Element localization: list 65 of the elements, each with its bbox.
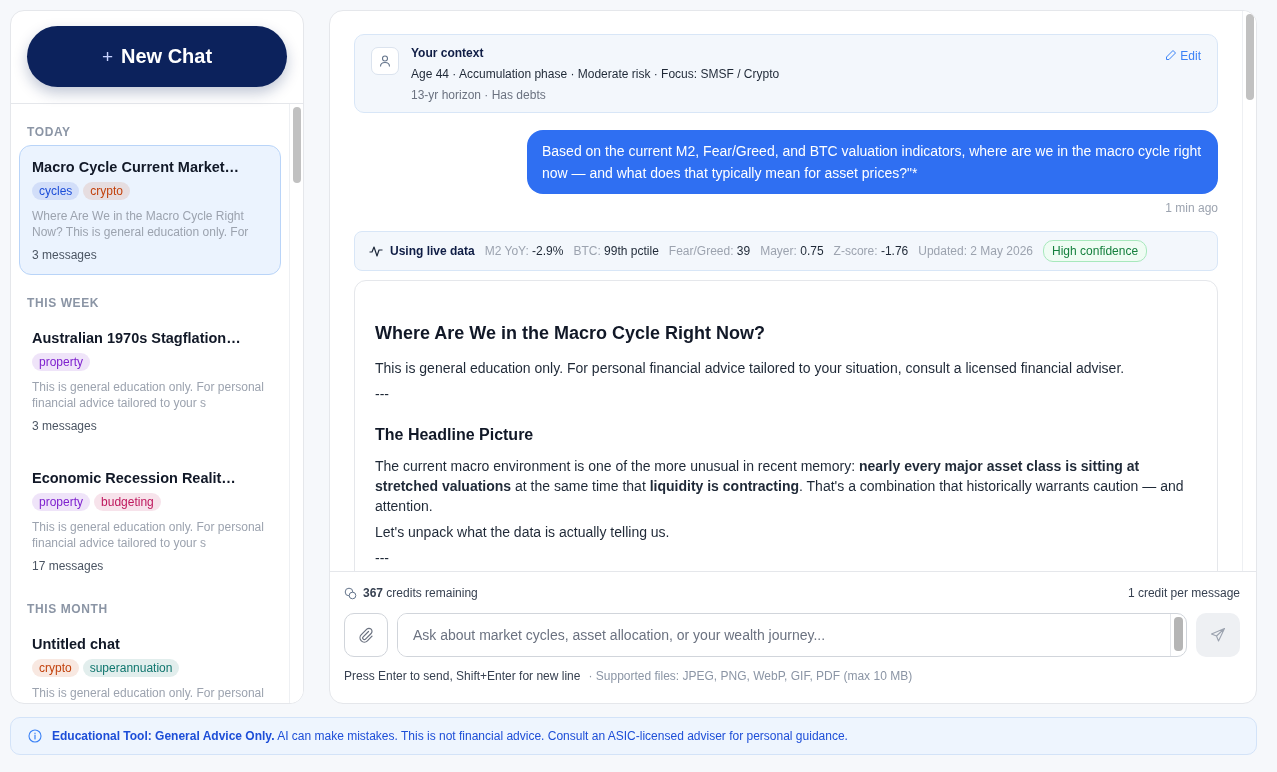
info-icon	[28, 729, 42, 743]
supported-files-note: · Supported files: JPEG, PNG, WebP, GIF, PDF (max 10 MB)	[588, 669, 913, 683]
separator-text: ---	[375, 386, 390, 402]
message-input[interactable]: Ask about market cycles, asset allocation, or your wealth journey...	[397, 613, 1187, 657]
metric-reading: BTC: 99th pctile	[573, 244, 659, 258]
new-chat-button[interactable]: + New Chat	[27, 26, 287, 87]
tag: crypto	[83, 182, 131, 200]
separator-text: ---	[375, 550, 390, 566]
metric-reading: Z-score: -1.76	[833, 244, 909, 258]
attach-button[interactable]	[344, 613, 388, 657]
message-count: 3 messages	[32, 419, 98, 435]
chat-preview: This is general education only. For personal	[32, 685, 265, 701]
metric-reading: Mayer: 0.75	[760, 244, 824, 258]
coins-icon	[344, 586, 357, 600]
tag: cycles	[32, 182, 80, 200]
section-heading: THIS WEEK	[26, 295, 101, 312]
chat-title: Economic Recession Realit…	[32, 470, 237, 486]
confidence-badge: High confidence	[1043, 240, 1148, 262]
chat-title: Macro Cycle Current Market…	[32, 159, 241, 175]
keyboard-hint: Press Enter to send, Shift+Enter for new line	[344, 669, 581, 683]
credit-cost: 1 credit per message	[1127, 586, 1240, 600]
timestamp: 1 min ago	[1164, 201, 1218, 215]
tag: property	[32, 493, 91, 511]
tag: superannuation	[82, 659, 180, 677]
context-title: Your context	[411, 46, 485, 60]
tag: budgeting	[94, 493, 161, 511]
chat-item[interactable]: Untitled chat crypto superannuation This is general education only. For personal	[19, 622, 281, 703]
answer-heading: Where Are We in the Macro Cycle Right Now?	[375, 323, 767, 344]
send-button[interactable]	[1196, 613, 1240, 657]
edit-link[interactable]: Edit	[1165, 49, 1201, 65]
chat-preview: This is general education only. For personal financial advice tailored to your s	[32, 519, 265, 551]
tag: property	[32, 353, 91, 371]
context-details: 13-yr horizon · Has debts	[411, 88, 547, 102]
pulse-icon	[369, 245, 383, 257]
answer-subheading: The Headline Picture	[375, 426, 535, 444]
answer-paragraph: This is general education only. For personal financial advice tailored to your situation, consult a licensed financial adviser.	[375, 359, 1126, 378]
section-heading: TODAY	[26, 124, 72, 141]
scrollbar[interactable]	[1242, 11, 1256, 571]
chat-item[interactable]: Macro Cycle Current Market… cycles crypto Where Are We in the Macro Cycle Right Now? This is general education only. For 3 messages	[19, 145, 281, 275]
chat-preview: This is general education only. For personal financial advice tailored to your s	[32, 379, 265, 411]
scrollbar[interactable]	[289, 104, 303, 703]
metric-reading: Fear/Greed: 39	[668, 244, 751, 258]
credits-remaining: 367 credits remaining	[363, 586, 478, 600]
message-count: 17 messages	[32, 559, 105, 575]
tag: crypto	[32, 659, 79, 677]
chat-title: Australian 1970s Stagflation…	[32, 330, 242, 346]
user-message: Based on the current M2, Fear/Greed, and BTC valuation indicators, where are we in the macro cycle right now — and what does that typically mean for asset prices?"*	[527, 130, 1218, 194]
context-details: Age 44 · Accumulation phase · Moderate risk · Focus: SMSF / Crypto	[411, 67, 781, 81]
disclaimer-text: Educational Tool: General Advice Only. AI can make mistakes. This is not financial advice. Consult an ASIC-licensed adviser for personal guidance.	[52, 729, 848, 743]
message-count: 3 messages	[32, 248, 98, 262]
chat-item[interactable]: Economic Recession Realit… property budgeting This is general education only. For personal financial advice tailored to your s 17 messages	[19, 456, 281, 588]
pencil-icon	[1165, 49, 1178, 61]
send-icon	[1210, 627, 1226, 643]
section-heading: THIS MONTH	[26, 601, 109, 618]
chat-preview: Where Are We in the Macro Cycle Right Now? This is general education only. For	[32, 208, 250, 240]
answer-paragraph: The current macro environment is one of the more unusual in recent memory: nearly every major asset class is sitting at stretched valuations at the same time that liquidity is contracting. That's a combination that historically warrants caution — and attention.	[375, 457, 1185, 516]
metric-reading: M2 YoY: -2.9%	[484, 244, 564, 258]
answer-paragraph: Let's unpack what the data is actually telling us.	[375, 523, 671, 542]
live-data-label: Using live data	[390, 244, 475, 258]
chat-title: Untitled chat	[32, 636, 121, 652]
updated-note: Updated: 2 May 2026	[918, 244, 1034, 258]
scrollbar[interactable]	[1170, 614, 1186, 656]
paperclip-icon	[358, 627, 374, 643]
chat-item[interactable]: Australian 1970s Stagflation… property This is general education only. For personal financial advice tailored to your s 3 messages	[19, 316, 281, 448]
person-icon	[378, 54, 392, 68]
